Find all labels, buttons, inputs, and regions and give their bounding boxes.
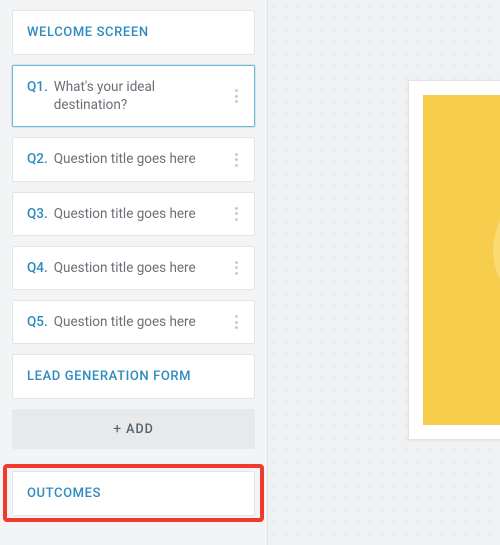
question-item-3[interactable]: Q3. Question title goes here [12,192,255,236]
kebab-icon[interactable] [228,204,244,224]
question-title: Question title goes here [54,259,196,277]
question-number: Q3. [27,205,48,223]
question-number: Q4. [27,259,48,277]
question-number: Q2. [27,150,48,168]
question-number: Q1. [27,78,48,96]
kebab-icon[interactable] [228,312,244,332]
preview-canvas: Wha [268,0,500,545]
outcomes-card[interactable]: OUTCOMES [12,471,255,516]
preview-card[interactable]: Wha [408,80,500,440]
kebab-icon[interactable] [228,258,244,278]
welcome-screen-card[interactable]: WELCOME SCREEN [12,10,255,55]
question-title: Question title goes here [54,313,196,331]
kebab-icon[interactable] [228,150,244,170]
question-title: Question title goes here [54,150,196,168]
question-number: Q5. [27,313,48,331]
question-item-5[interactable]: Q5. Question title goes here [12,300,255,344]
question-title: Question title goes here [54,205,196,223]
question-item-2[interactable]: Q2. Question title goes here [12,137,255,181]
question-title: What's your ideal destination? [54,78,226,114]
lead-generation-card[interactable]: LEAD GENERATION FORM [12,354,255,399]
outcomes-section: OUTCOMES [12,471,255,516]
plus-icon: + [113,421,122,437]
kebab-icon[interactable] [228,86,244,106]
preview-circle-graphic [493,185,500,315]
add-button[interactable]: + ADD [12,409,255,449]
sidebar: WELCOME SCREEN Q1. What's your ideal des… [0,0,268,545]
preview-slide: Wha [423,95,500,425]
add-label: ADD [126,422,154,437]
question-item-4[interactable]: Q4. Question title goes here [12,246,255,290]
question-item-1[interactable]: Q1. What's your ideal destination? [12,65,255,127]
